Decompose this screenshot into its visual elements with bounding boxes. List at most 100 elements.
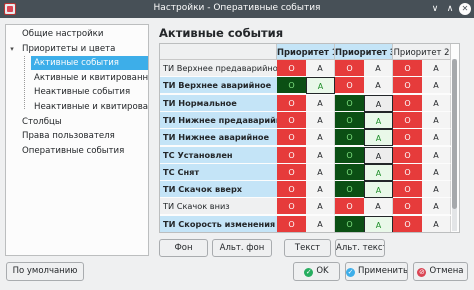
color-cell[interactable]: А bbox=[306, 146, 335, 164]
color-cell[interactable]: А bbox=[364, 215, 393, 232]
color-cell[interactable]: А bbox=[364, 146, 393, 164]
ok-button-label: OK bbox=[316, 266, 329, 276]
event-row-header: ТИ Верхнее предаварийное bbox=[160, 60, 277, 77]
color-cell[interactable]: О bbox=[277, 181, 306, 199]
color-cell[interactable]: А bbox=[306, 60, 335, 77]
color-cell[interactable]: А bbox=[364, 94, 393, 112]
color-cell[interactable]: О bbox=[393, 94, 422, 112]
color-cell[interactable]: А bbox=[306, 111, 335, 129]
color-cell[interactable]: О bbox=[335, 111, 364, 129]
priority-column-header[interactable]: Приоритет 3 bbox=[335, 44, 393, 60]
tree-item[interactable]: Общие настройки bbox=[19, 27, 148, 41]
cancel-button-label: Отмена bbox=[429, 266, 464, 276]
color-cell[interactable]: А bbox=[364, 163, 393, 181]
cancel-icon: ⊘ bbox=[417, 268, 427, 277]
tree-item[interactable]: Оперативные события bbox=[19, 144, 148, 158]
color-cell[interactable]: О bbox=[277, 163, 306, 181]
color-cell[interactable]: А bbox=[364, 77, 393, 95]
color-cell[interactable]: О bbox=[277, 146, 306, 164]
color-cell[interactable]: А bbox=[422, 60, 451, 77]
event-row-header: ТС Снят bbox=[160, 163, 277, 181]
apply-check-icon: ✓ bbox=[346, 268, 355, 277]
window-title: Настройки - Оперативные события bbox=[153, 3, 321, 13]
tree-item[interactable]: Активные и квитированные события bbox=[31, 71, 148, 85]
background-color-button[interactable]: Фон bbox=[159, 239, 208, 257]
color-cell[interactable]: А bbox=[422, 215, 451, 232]
event-row-header: ТИ Нижнее предаварийное bbox=[160, 111, 277, 129]
color-cell[interactable]: А bbox=[422, 146, 451, 164]
color-cell[interactable]: А bbox=[422, 163, 451, 181]
tree-item[interactable]: Неактивные и квитированные события bbox=[31, 100, 148, 114]
page-title: Активные события bbox=[159, 26, 284, 40]
tree-item[interactable]: Неактивные события bbox=[31, 85, 148, 99]
tree-expand-arrow-icon[interactable]: ▾ bbox=[8, 45, 16, 53]
alt-background-color-button[interactable]: Альт. фон bbox=[212, 239, 272, 257]
color-cell[interactable]: О bbox=[393, 146, 422, 164]
priority-color-table: Приоритет 1 Приоритет 3 Приоритет 2 ТИ Верх… bbox=[159, 43, 460, 233]
ok-button[interactable]: ✓ OK bbox=[293, 262, 340, 281]
color-cell[interactable]: А bbox=[306, 181, 335, 199]
color-cell[interactable]: О bbox=[393, 163, 422, 181]
color-cell[interactable]: О bbox=[335, 60, 364, 77]
scrollbar-thumb[interactable] bbox=[452, 59, 457, 209]
color-cell[interactable]: О bbox=[393, 198, 422, 216]
color-cell[interactable]: О bbox=[393, 77, 422, 95]
color-cell[interactable]: А bbox=[306, 163, 335, 181]
color-cell[interactable]: О bbox=[335, 129, 364, 147]
color-cell[interactable]: А bbox=[422, 181, 451, 199]
priority-column-header[interactable]: Приоритет 1 bbox=[277, 44, 335, 60]
color-cell[interactable]: А bbox=[422, 129, 451, 147]
color-cell[interactable]: О bbox=[277, 215, 306, 232]
color-cell[interactable]: А bbox=[364, 60, 393, 77]
color-cell[interactable]: А bbox=[422, 77, 451, 95]
color-cell[interactable]: А bbox=[364, 181, 393, 199]
color-cell[interactable]: О bbox=[335, 77, 364, 95]
color-cell[interactable]: А bbox=[306, 77, 335, 95]
minimize-button[interactable]: ∨ bbox=[429, 3, 441, 15]
color-cell[interactable]: О bbox=[393, 111, 422, 129]
color-cell[interactable]: О bbox=[335, 163, 364, 181]
alt-text-color-button[interactable]: Альт. текст bbox=[335, 239, 385, 257]
tree-item[interactable]: Активные события bbox=[31, 56, 148, 71]
tree-item[interactable]: Права пользователя bbox=[19, 129, 148, 143]
color-cell[interactable]: О bbox=[335, 198, 364, 216]
color-cell[interactable]: О bbox=[335, 215, 364, 232]
restore-defaults-button[interactable]: По умолчанию bbox=[6, 262, 84, 281]
cancel-button[interactable]: ⊘ Отмена bbox=[413, 262, 468, 281]
color-cell[interactable]: О bbox=[277, 60, 306, 77]
table-scrollbar[interactable] bbox=[452, 59, 457, 231]
color-cell[interactable]: А bbox=[364, 129, 393, 147]
color-cell[interactable]: О bbox=[277, 94, 306, 112]
table-corner bbox=[160, 44, 277, 60]
color-cell[interactable]: О bbox=[393, 129, 422, 147]
apply-button-label: Применить bbox=[358, 266, 408, 276]
color-cell[interactable]: А bbox=[422, 94, 451, 112]
color-cell[interactable]: А bbox=[306, 198, 335, 216]
color-cell[interactable]: О bbox=[393, 215, 422, 232]
text-color-button[interactable]: Текст bbox=[284, 239, 331, 257]
event-row-header: ТИ Нормальное bbox=[160, 94, 277, 112]
apply-button[interactable]: ✓ Применить bbox=[345, 262, 408, 281]
color-cell[interactable]: А bbox=[364, 198, 393, 216]
color-cell[interactable]: О bbox=[277, 77, 306, 95]
color-cell[interactable]: А bbox=[306, 129, 335, 147]
color-cell[interactable]: О bbox=[277, 111, 306, 129]
color-cell[interactable]: О bbox=[335, 181, 364, 199]
color-cell[interactable]: О bbox=[277, 129, 306, 147]
color-cell[interactable]: О bbox=[335, 94, 364, 112]
color-cell[interactable]: А bbox=[422, 111, 451, 129]
color-cell[interactable]: А bbox=[422, 198, 451, 216]
event-row-header: ТС Установлен bbox=[160, 146, 277, 164]
color-cell[interactable]: А bbox=[306, 215, 335, 232]
tree-item[interactable]: Столбцы bbox=[19, 115, 148, 129]
color-cell[interactable]: О bbox=[393, 181, 422, 199]
color-cell[interactable]: О bbox=[277, 198, 306, 216]
color-cell[interactable]: А bbox=[364, 111, 393, 129]
priority-column-header[interactable]: Приоритет 2 bbox=[393, 44, 451, 60]
color-cell[interactable]: А bbox=[306, 94, 335, 112]
tree-item[interactable]: Приоритеты и цвета bbox=[19, 42, 148, 56]
close-window-button[interactable]: ✕ bbox=[459, 3, 471, 15]
maximize-button[interactable]: ∧ bbox=[444, 3, 456, 15]
color-cell[interactable]: О bbox=[335, 146, 364, 164]
color-cell[interactable]: О bbox=[393, 60, 422, 77]
